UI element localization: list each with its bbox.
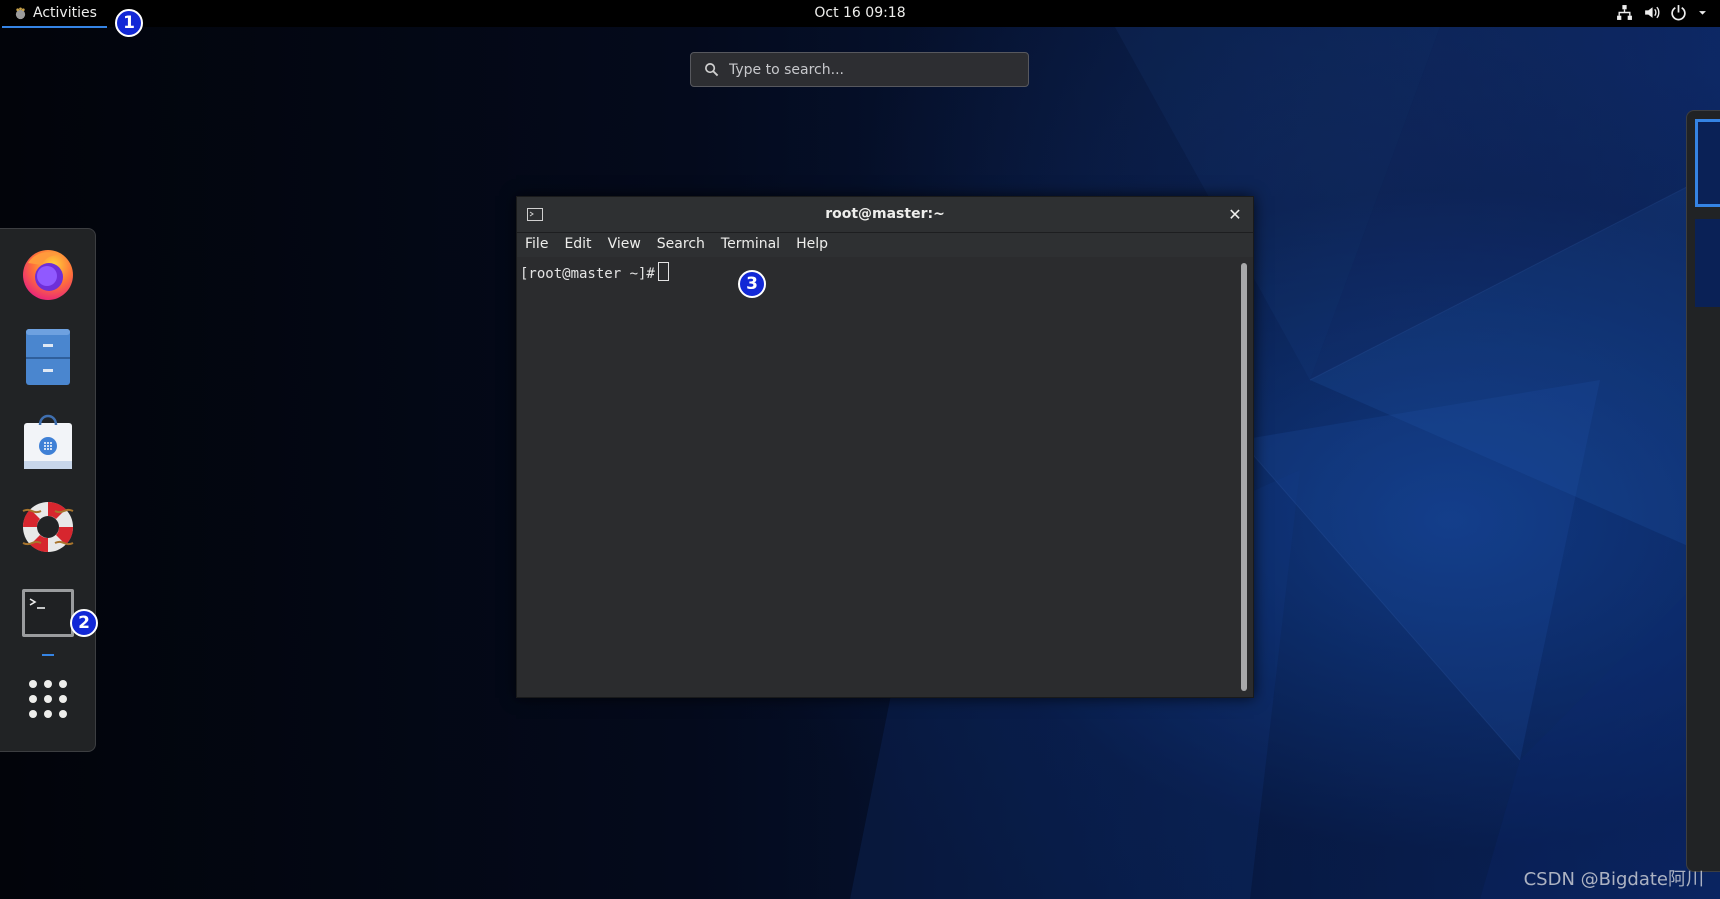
dash bbox=[0, 228, 96, 752]
menu-edit[interactable]: Edit bbox=[556, 233, 599, 257]
window-title: root@master:~ bbox=[825, 206, 945, 222]
annotation-badge-1: 1 bbox=[115, 9, 143, 37]
close-icon: ✕ bbox=[1228, 204, 1242, 224]
software-icon bbox=[24, 414, 72, 469]
activities-button[interactable]: Activities bbox=[2, 0, 107, 28]
prompt-line: [root@master ~]# bbox=[520, 262, 669, 282]
help-icon bbox=[22, 501, 74, 553]
dash-terminal[interactable] bbox=[18, 583, 78, 643]
workspace-thumbnail-1[interactable] bbox=[1695, 119, 1720, 207]
search-input[interactable] bbox=[729, 61, 999, 78]
menu-search[interactable]: Search bbox=[649, 233, 713, 257]
activities-label: Activities bbox=[33, 5, 97, 21]
network-icon[interactable] bbox=[1616, 4, 1633, 21]
workspace-switcher bbox=[1686, 110, 1720, 872]
show-applications-icon bbox=[29, 680, 67, 718]
terminal-running-indicator bbox=[42, 654, 54, 656]
menu-help[interactable]: Help bbox=[788, 233, 836, 257]
top-bar: Activities Oct 16 09:18 bbox=[0, 0, 1720, 28]
firefox-icon bbox=[23, 250, 73, 300]
annotation-badge-3: 3 bbox=[738, 270, 766, 298]
clock[interactable]: Oct 16 09:18 bbox=[814, 5, 905, 21]
search-icon bbox=[705, 63, 719, 77]
annotation-badge-2: 2 bbox=[70, 609, 98, 637]
menu-view[interactable]: View bbox=[600, 233, 649, 257]
dash-firefox[interactable] bbox=[18, 243, 78, 303]
volume-icon[interactable] bbox=[1643, 4, 1660, 21]
terminal-menubar: File Edit View Search Terminal Help bbox=[517, 233, 1253, 257]
show-applications-button[interactable] bbox=[18, 669, 78, 729]
menu-terminal[interactable]: Terminal bbox=[713, 233, 788, 257]
text-cursor bbox=[657, 262, 669, 281]
dash-help[interactable] bbox=[18, 497, 78, 557]
close-button[interactable]: ✕ bbox=[1225, 204, 1245, 224]
dash-files[interactable] bbox=[18, 327, 78, 387]
terminal-titlebar[interactable]: root@master:~ ✕ bbox=[517, 197, 1253, 233]
terminal-output[interactable]: [root@master ~]# bbox=[517, 257, 1236, 697]
watermark: CSDN @Bigdate阿川 bbox=[1523, 869, 1704, 890]
files-icon bbox=[26, 329, 70, 385]
terminal-icon bbox=[22, 589, 74, 637]
search-box[interactable] bbox=[690, 52, 1029, 87]
shell-prompt: [root@master ~]# bbox=[520, 266, 655, 282]
workspace-thumbnail-2[interactable] bbox=[1695, 219, 1720, 307]
terminal-window[interactable]: root@master:~ ✕ File Edit View Search Te… bbox=[516, 196, 1254, 698]
system-tray[interactable] bbox=[1616, 4, 1708, 21]
chevron-down-icon[interactable] bbox=[1697, 4, 1708, 21]
power-icon[interactable] bbox=[1670, 4, 1687, 21]
menu-file[interactable]: File bbox=[517, 233, 556, 257]
terminal-scrollbar[interactable] bbox=[1241, 263, 1247, 691]
dash-software[interactable] bbox=[18, 411, 78, 471]
gnome-foot-icon bbox=[15, 6, 26, 19]
